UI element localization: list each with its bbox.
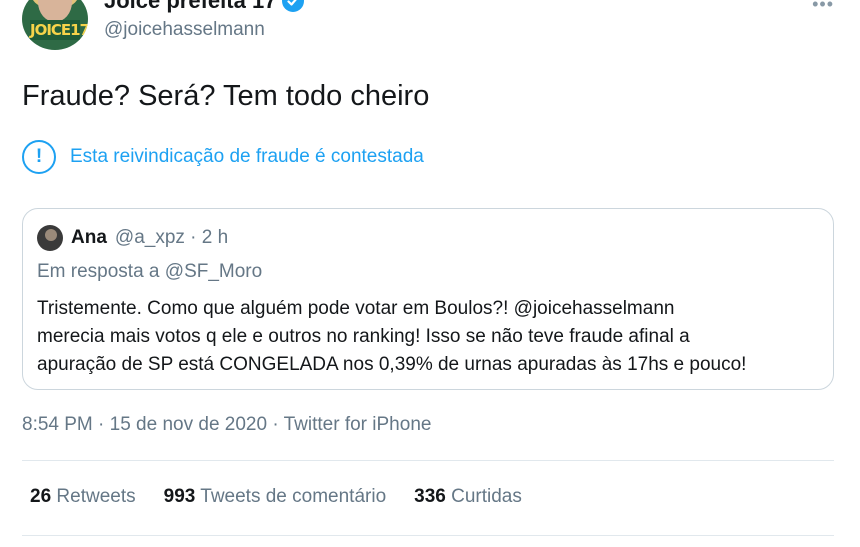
divider: [22, 535, 834, 536]
quoted-body-line: merecia mais votos q ele e outros no ran…: [37, 326, 690, 347]
likes-label: Curtidas: [451, 486, 522, 507]
retweets-stat[interactable]: 26 Retweets: [30, 486, 136, 508]
quoted-reply-to: Em resposta a @SF_Moro: [37, 261, 263, 282]
author-handle[interactable]: @joicehasselmann: [104, 19, 265, 41]
author-avatar[interactable]: JOICE17: [22, 0, 88, 50]
tweet-text: Fraude? Será? Tem todo cheiro: [22, 80, 430, 112]
quoted-author-handle-time: @a_xpz · 2 h: [114, 227, 229, 248]
comments-stat[interactable]: 993 Tweets de comentário: [164, 486, 387, 508]
dispute-notice-text: Esta reivindicação de fraude é contestad…: [70, 146, 424, 167]
verified-check-icon: [282, 0, 305, 12]
likes-count: 336: [414, 486, 446, 507]
avatar-face: [38, 0, 72, 22]
author-name-text: Joice prefeita 17: [104, 0, 277, 13]
divider: [22, 460, 834, 461]
dispute-notice[interactable]: ! Esta reivindicação de fraude é contest…: [22, 140, 424, 174]
tweet-timestamp-source[interactable]: 8:54 PM · 15 de nov de 2020 · Twitter fo…: [22, 414, 431, 436]
avatar-badge: JOICE17: [30, 20, 88, 40]
retweets-count: 26: [30, 486, 52, 507]
likes-stat[interactable]: 336 Curtidas: [414, 486, 522, 508]
engagement-stats: 26 Retweets 993 Tweets de comentário 336…: [30, 486, 522, 508]
quoted-body-line: Tristemente. Como que alguém pode votar …: [37, 298, 675, 319]
quoted-tweet[interactable]: Ana @a_xpz · 2 h Em resposta a @SF_Moro …: [22, 208, 834, 390]
author-display-name[interactable]: Joice prefeita 17: [104, 0, 305, 14]
quoted-author-avatar: [37, 225, 63, 251]
quoted-author-name: Ana: [71, 227, 107, 248]
exclamation-icon: !: [22, 140, 56, 174]
quoted-tweet-body: Tristemente. Como que alguém pode votar …: [37, 295, 819, 379]
retweets-label: Retweets: [56, 486, 136, 507]
more-options-icon[interactable]: •••: [812, 0, 834, 15]
comments-count: 993: [163, 486, 196, 507]
comments-label: Tweets de comentário: [200, 486, 387, 507]
quoted-body-line: apuração de SP está CONGELADA nos 0,39% …: [37, 354, 747, 375]
quoted-tweet-header: Ana @a_xpz · 2 h: [37, 225, 819, 251]
